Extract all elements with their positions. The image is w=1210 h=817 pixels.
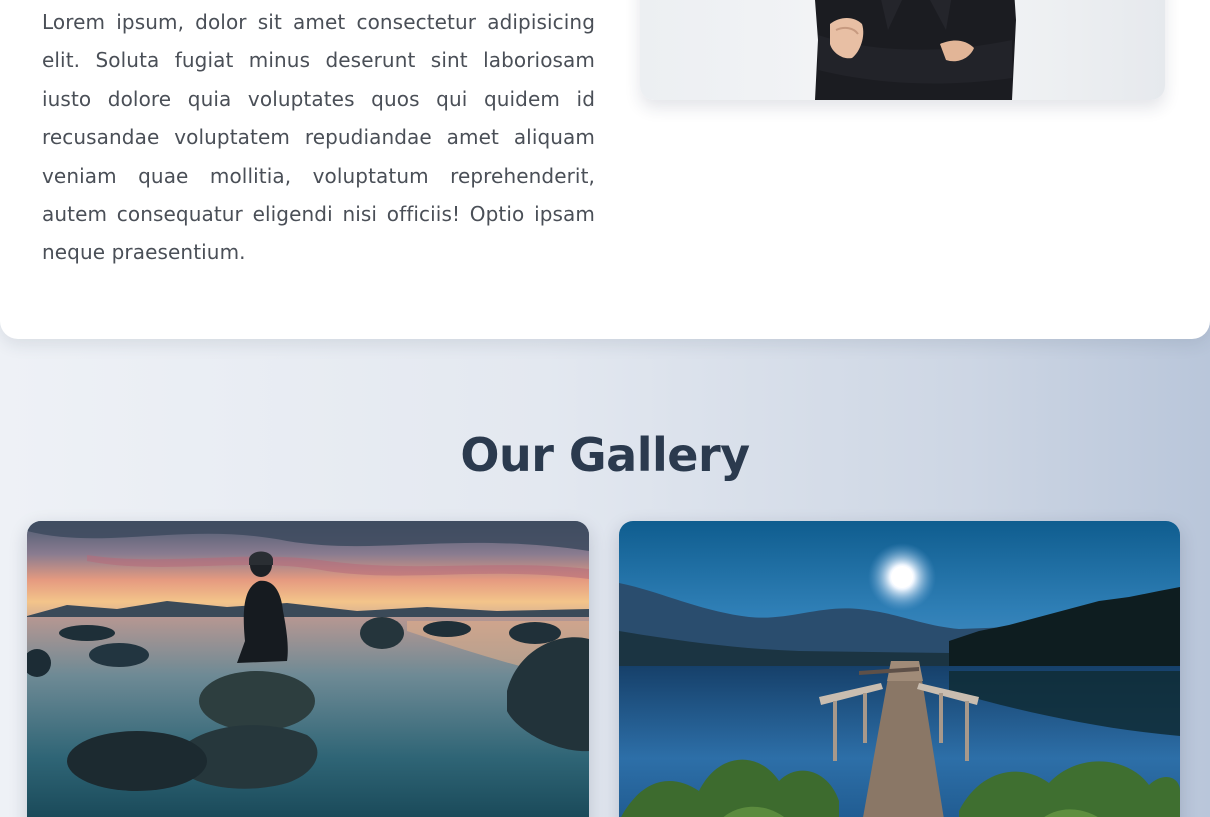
about-paragraph: Lorem ipsum, dolor sit amet consectetur … xyxy=(42,10,595,265)
gallery-image-moonlit-dock[interactable] xyxy=(619,521,1180,817)
gallery-heading: Our Gallery xyxy=(460,428,750,482)
team-member-photo xyxy=(640,0,1165,100)
sunset-lake-rocks-image xyxy=(27,521,589,817)
businesswoman-portrait-image xyxy=(815,0,1016,100)
moonlit-lake-dock-image xyxy=(619,521,1180,817)
about-section: Lorem ipsum, dolor sit amet consectetur … xyxy=(0,0,1210,339)
gallery-image-sunset-rocks[interactable] xyxy=(27,521,589,817)
